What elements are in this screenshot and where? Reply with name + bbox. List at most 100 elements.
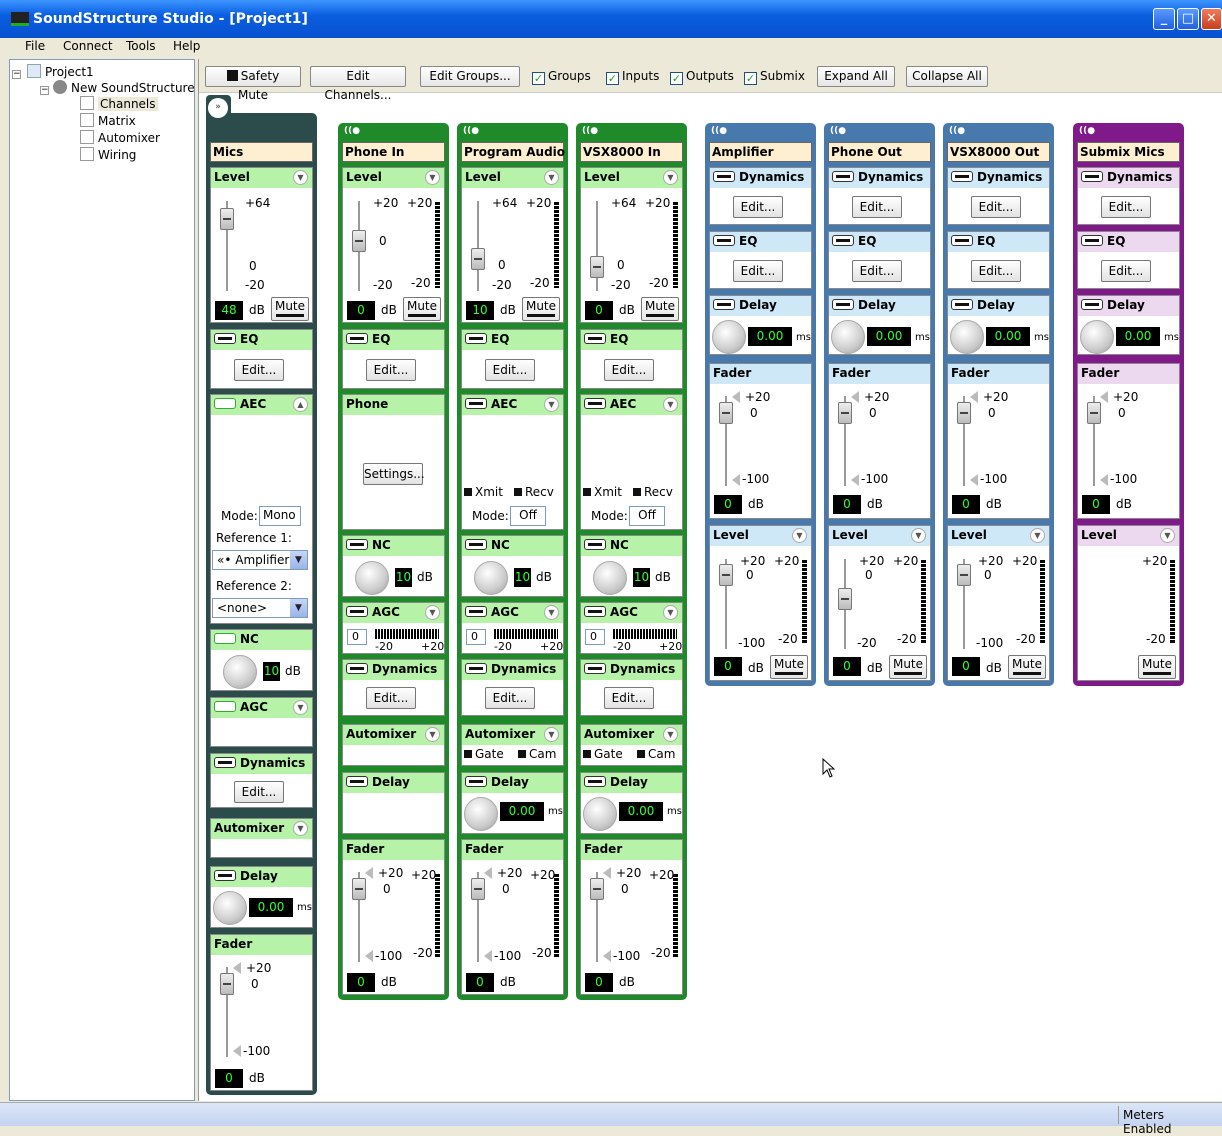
fader-header[interactable]: Fader	[211, 935, 312, 955]
eq-header[interactable]: EQ	[343, 330, 444, 350]
delay-knob[interactable]	[950, 320, 984, 354]
aec-header[interactable]: AEC ▼	[581, 395, 682, 415]
delay-header[interactable]: Delay	[343, 773, 444, 793]
tree-project[interactable]: − Project1	[12, 64, 94, 79]
delay-knob[interactable]	[213, 891, 247, 925]
eq-header[interactable]: EQ	[211, 330, 312, 350]
nc-header[interactable]: NC	[211, 630, 312, 650]
level-header[interactable]: Level ▼	[710, 526, 811, 546]
dynamics-edit-button[interactable]: Edit...	[852, 196, 902, 218]
toggle-icon[interactable]	[346, 606, 368, 617]
mute-button[interactable]: Mute	[889, 655, 927, 679]
eq-edit-button[interactable]: Edit...	[733, 260, 783, 282]
tree-item-channels[interactable]: Channels	[80, 96, 158, 111]
toggle-icon[interactable]	[465, 398, 487, 409]
eq-header[interactable]: EQ	[462, 330, 563, 350]
toggle-icon[interactable]	[832, 235, 854, 246]
toggle-icon[interactable]	[465, 663, 487, 674]
aec-header[interactable]: AEC ▲	[211, 395, 312, 415]
toggle-icon[interactable]	[214, 398, 236, 409]
tree-item-automixer[interactable]: Automixer	[80, 130, 160, 145]
channel-name[interactable]: VSX8000 In	[580, 142, 683, 162]
dynamics-header[interactable]: Dynamics	[211, 754, 312, 774]
tree-item-wiring[interactable]: Wiring	[80, 147, 136, 162]
level-header[interactable]: Level ▼	[211, 168, 312, 188]
edit-groups-button[interactable]: Edit Groups...	[420, 66, 520, 87]
settings-button[interactable]: Settings...	[363, 463, 425, 485]
channel-name[interactable]: Phone Out	[828, 142, 931, 162]
mode-field[interactable]: Off	[629, 506, 665, 526]
fader-value[interactable]: 0	[952, 495, 980, 514]
fader-slider-thumb[interactable]	[1087, 402, 1101, 424]
dynamics-header[interactable]: Dynamics	[1078, 168, 1179, 188]
delay-value[interactable]: 0.00	[500, 802, 544, 821]
nc-header[interactable]: NC	[462, 536, 563, 556]
safety-mute-button[interactable]: Safety Mute	[205, 66, 301, 102]
chevron-down-icon[interactable]: ▼	[544, 605, 559, 620]
toggle-icon[interactable]	[951, 299, 973, 310]
toggle-icon[interactable]	[713, 235, 735, 246]
chevron-down-icon[interactable]: ▼	[663, 605, 678, 620]
outputs-checkbox[interactable]: ✓ Outputs	[670, 69, 734, 85]
mute-button[interactable]: Mute	[1138, 655, 1176, 679]
dynamics-edit-button[interactable]: Edit...	[604, 687, 654, 709]
chevron-down-icon[interactable]: ▼	[911, 528, 926, 543]
eq-edit-button[interactable]: Edit...	[604, 359, 654, 381]
chevron-down-icon[interactable]: ▼	[425, 170, 440, 185]
fader-value[interactable]: 0	[347, 973, 375, 992]
toggle-icon[interactable]	[832, 299, 854, 310]
toggle-icon[interactable]	[584, 333, 606, 344]
nc-knob[interactable]	[593, 561, 627, 595]
dynamics-header[interactable]: Dynamics	[948, 168, 1049, 188]
nc-value[interactable]: 10	[395, 568, 412, 587]
toggle-icon[interactable]	[713, 299, 735, 310]
eq-edit-button[interactable]: Edit...	[852, 260, 902, 282]
chevron-down-icon[interactable]: ▼	[663, 397, 678, 412]
delay-header[interactable]: Delay	[710, 296, 811, 316]
dynamics-edit-button[interactable]: Edit...	[1101, 196, 1151, 218]
eq-header[interactable]: EQ	[1078, 232, 1179, 252]
chevron-down-icon[interactable]: ▼	[1160, 528, 1175, 543]
delay-header[interactable]: Delay	[581, 773, 682, 793]
chevron-down-icon[interactable]: ▼	[425, 727, 440, 742]
level-header[interactable]: Level ▼	[1078, 526, 1179, 546]
menu-file[interactable]: File	[25, 39, 45, 53]
nc-knob[interactable]	[474, 561, 508, 595]
chevron-down-icon[interactable]: ▼	[425, 605, 440, 620]
level-slider-thumb[interactable]	[719, 564, 733, 586]
channel-name[interactable]: Mics	[210, 142, 313, 162]
chevron-down-icon[interactable]: ▼	[290, 599, 307, 617]
eq-edit-button[interactable]: Edit...	[971, 260, 1021, 282]
fader-value[interactable]: 0	[215, 1069, 243, 1088]
level-slider-thumb[interactable]	[590, 256, 604, 278]
dynamics-header[interactable]: Dynamics	[343, 660, 444, 680]
chevron-down-icon[interactable]: ▼	[293, 821, 308, 836]
eq-header[interactable]: EQ	[948, 232, 1049, 252]
dynamics-header[interactable]: Dynamics	[462, 660, 563, 680]
mute-button[interactable]: Mute	[770, 655, 808, 679]
fader-header[interactable]: Fader	[462, 840, 563, 860]
eq-header[interactable]: EQ	[581, 330, 682, 350]
channel-name[interactable]: Program Audio	[461, 142, 565, 162]
chevron-down-icon[interactable]: ▼	[290, 551, 307, 569]
chevron-down-icon[interactable]: ▼	[792, 528, 807, 543]
tree-device[interactable]: − New SoundStructure	[40, 80, 195, 95]
chevron-down-icon[interactable]: ▼	[663, 170, 678, 185]
toggle-icon[interactable]	[1081, 235, 1103, 246]
expand-group-icon[interactable]: »	[208, 98, 228, 118]
nc-value[interactable]: 10	[263, 662, 280, 681]
agc-value[interactable]: 0	[585, 629, 605, 645]
minimize-button[interactable]: _	[1153, 8, 1175, 30]
fader-slider-thumb[interactable]	[220, 973, 234, 995]
delay-header[interactable]: Delay	[948, 296, 1049, 316]
eq-header[interactable]: EQ	[710, 232, 811, 252]
fader-header[interactable]: Fader	[948, 364, 1049, 384]
fader-header[interactable]: Fader	[1078, 364, 1179, 384]
delay-value[interactable]: 0.00	[986, 327, 1030, 346]
toggle-icon[interactable]	[951, 235, 973, 246]
chevron-down-icon[interactable]: ▼	[1030, 528, 1045, 543]
chevron-down-icon[interactable]: ▼	[293, 170, 308, 185]
agc-header[interactable]: AGC ▼	[462, 603, 563, 623]
menu-connect[interactable]: Connect	[63, 39, 113, 53]
level-value[interactable]: 0	[833, 657, 861, 676]
